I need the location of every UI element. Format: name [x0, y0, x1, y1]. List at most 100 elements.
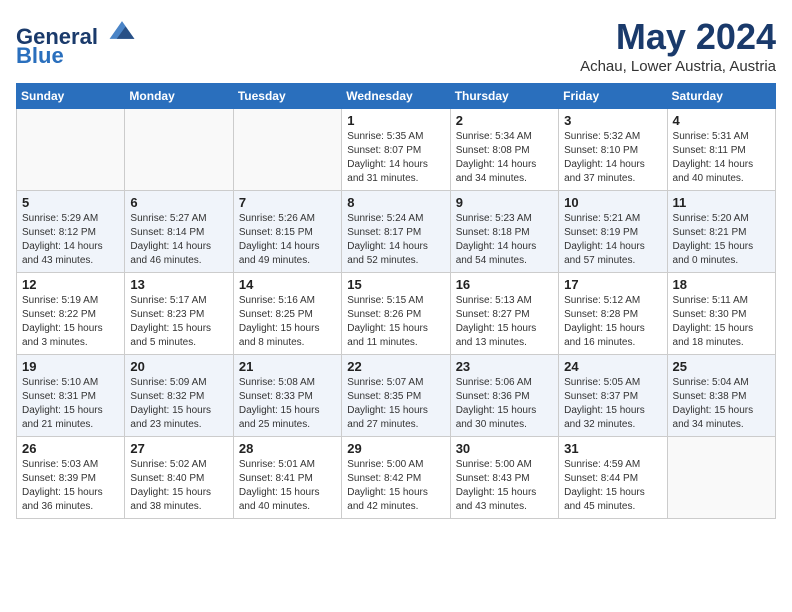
day-number: 28 — [239, 441, 336, 456]
day-number: 22 — [347, 359, 444, 374]
day-cell: 12 Sunrise: 5:19 AMSunset: 8:22 PMDayligh… — [17, 273, 125, 355]
day-number: 19 — [22, 359, 119, 374]
day-number: 24 — [564, 359, 661, 374]
weekday-header-saturday: Saturday — [667, 84, 775, 109]
week-row-5: 26 Sunrise: 5:03 AMSunset: 8:39 PMDayligh… — [17, 437, 776, 519]
day-info: Sunrise: 5:04 AMSunset: 8:38 PMDaylight:… — [673, 376, 770, 432]
day-info: Sunrise: 5:11 AMSunset: 8:30 PMDaylight:… — [673, 294, 770, 350]
day-cell: 21 Sunrise: 5:08 AMSunset: 8:33 PMDayligh… — [233, 355, 341, 437]
day-cell: 9 Sunrise: 5:23 AMSunset: 8:18 PMDaylight… — [450, 191, 558, 273]
day-info: Sunrise: 5:15 AMSunset: 8:26 PMDaylight:… — [347, 294, 444, 350]
day-cell: 26 Sunrise: 5:03 AMSunset: 8:39 PMDayligh… — [17, 437, 125, 519]
day-cell: 3 Sunrise: 5:32 AMSunset: 8:10 PMDaylight… — [559, 109, 667, 191]
day-info: Sunrise: 5:20 AMSunset: 8:21 PMDaylight:… — [673, 212, 770, 268]
calendar-body: 1 Sunrise: 5:35 AMSunset: 8:07 PMDaylight… — [17, 109, 776, 519]
day-cell: 28 Sunrise: 5:01 AMSunset: 8:41 PMDayligh… — [233, 437, 341, 519]
day-info: Sunrise: 5:34 AMSunset: 8:08 PMDaylight:… — [456, 130, 553, 186]
day-cell — [233, 109, 341, 191]
day-number: 9 — [456, 195, 553, 210]
day-cell: 8Sunrise: 5:24 AMSunset: 8:17 PMDaylight… — [342, 191, 450, 273]
day-info: Sunrise: 5:05 AMSunset: 8:37 PMDaylight:… — [564, 376, 661, 432]
day-info: Sunrise: 5:21 AMSunset: 8:19 PMDaylight:… — [564, 212, 661, 268]
day-info: Sunrise: 5:03 AMSunset: 8:39 PMDaylight:… — [22, 458, 119, 514]
day-number: 5 — [22, 195, 119, 210]
day-number: 7 — [239, 195, 336, 210]
day-number: 6 — [130, 195, 227, 210]
day-cell: 1 Sunrise: 5:35 AMSunset: 8:07 PMDaylight… — [342, 109, 450, 191]
day-cell: 23Sunrise: 5:06 AMSunset: 8:36 PMDayligh… — [450, 355, 558, 437]
day-number: 29 — [347, 441, 444, 456]
weekday-header-sunday: Sunday — [17, 84, 125, 109]
page-header: General Blue May 2024 Achau, Lower Austr… — [16, 16, 776, 75]
day-info: Sunrise: 5:26 AMSunset: 8:15 PMDaylight:… — [239, 212, 336, 268]
title-block: May 2024 Achau, Lower Austria, Austria — [580, 16, 776, 75]
logo: General Blue — [16, 16, 138, 69]
day-number: 3 — [564, 113, 661, 128]
day-cell: 2 Sunrise: 5:34 AMSunset: 8:08 PMDaylight… — [450, 109, 558, 191]
month-title: May 2024 — [580, 16, 776, 58]
day-number: 15 — [347, 277, 444, 292]
day-number: 4 — [673, 113, 770, 128]
day-number: 21 — [239, 359, 336, 374]
day-info: Sunrise: 5:09 AMSunset: 8:32 PMDaylight:… — [130, 376, 227, 432]
day-info: Sunrise: 5:29 AMSunset: 8:12 PMDaylight:… — [22, 212, 119, 268]
week-row-3: 12 Sunrise: 5:19 AMSunset: 8:22 PMDayligh… — [17, 273, 776, 355]
day-number: 2 — [456, 113, 553, 128]
day-cell: 11 Sunrise: 5:20 AMSunset: 8:21 PMDayligh… — [667, 191, 775, 273]
day-info: Sunrise: 5:32 AMSunset: 8:10 PMDaylight:… — [564, 130, 661, 186]
day-cell: 16 Sunrise: 5:13 AMSunset: 8:27 PMDayligh… — [450, 273, 558, 355]
weekday-header-thursday: Thursday — [450, 84, 558, 109]
day-number: 12 — [22, 277, 119, 292]
day-cell — [125, 109, 233, 191]
day-cell: 24 Sunrise: 5:05 AMSunset: 8:37 PMDayligh… — [559, 355, 667, 437]
day-info: Sunrise: 5:10 AMSunset: 8:31 PMDaylight:… — [22, 376, 119, 432]
day-info: Sunrise: 5:13 AMSunset: 8:27 PMDaylight:… — [456, 294, 553, 350]
day-number: 10 — [564, 195, 661, 210]
day-cell: 18Sunrise: 5:11 AMSunset: 8:30 PMDayligh… — [667, 273, 775, 355]
day-info: Sunrise: 5:00 AMSunset: 8:43 PMDaylight:… — [456, 458, 553, 514]
week-row-4: 19 Sunrise: 5:10 AMSunset: 8:31 PMDayligh… — [17, 355, 776, 437]
day-cell: 27Sunrise: 5:02 AMSunset: 8:40 PMDayligh… — [125, 437, 233, 519]
day-number: 20 — [130, 359, 227, 374]
day-info: Sunrise: 5:17 AMSunset: 8:23 PMDaylight:… — [130, 294, 227, 350]
day-number: 26 — [22, 441, 119, 456]
day-cell: 14Sunrise: 5:16 AMSunset: 8:25 PMDayligh… — [233, 273, 341, 355]
week-row-1: 1 Sunrise: 5:35 AMSunset: 8:07 PMDaylight… — [17, 109, 776, 191]
day-cell: 13 Sunrise: 5:17 AMSunset: 8:23 PMDayligh… — [125, 273, 233, 355]
day-number: 11 — [673, 195, 770, 210]
day-cell: 20 Sunrise: 5:09 AMSunset: 8:32 PMDayligh… — [125, 355, 233, 437]
day-info: Sunrise: 5:19 AMSunset: 8:22 PMDaylight:… — [22, 294, 119, 350]
day-cell: 30 Sunrise: 5:00 AMSunset: 8:43 PMDayligh… — [450, 437, 558, 519]
day-info: Sunrise: 5:35 AMSunset: 8:07 PMDaylight:… — [347, 130, 444, 186]
day-number: 16 — [456, 277, 553, 292]
weekday-header-row: SundayMondayTuesdayWednesdayThursdayFrid… — [17, 84, 776, 109]
day-info: Sunrise: 5:31 AMSunset: 8:11 PMDaylight:… — [673, 130, 770, 186]
day-number: 17 — [564, 277, 661, 292]
day-cell — [667, 437, 775, 519]
day-info: Sunrise: 5:23 AMSunset: 8:18 PMDaylight:… — [456, 212, 553, 268]
day-cell: 7 Sunrise: 5:26 AMSunset: 8:15 PMDaylight… — [233, 191, 341, 273]
day-number: 13 — [130, 277, 227, 292]
day-number: 31 — [564, 441, 661, 456]
day-info: Sunrise: 5:24 AMSunset: 8:17 PMDaylight:… — [347, 212, 444, 268]
weekday-header-friday: Friday — [559, 84, 667, 109]
day-cell: 19 Sunrise: 5:10 AMSunset: 8:31 PMDayligh… — [17, 355, 125, 437]
day-cell: 5 Sunrise: 5:29 AMSunset: 8:12 PMDaylight… — [17, 191, 125, 273]
day-cell: 29Sunrise: 5:00 AMSunset: 8:42 PMDayligh… — [342, 437, 450, 519]
day-number: 30 — [456, 441, 553, 456]
day-number: 25 — [673, 359, 770, 374]
day-number: 1 — [347, 113, 444, 128]
day-number: 27 — [130, 441, 227, 456]
day-cell — [17, 109, 125, 191]
logo-icon — [106, 16, 138, 44]
day-cell: 10 Sunrise: 5:21 AMSunset: 8:19 PMDayligh… — [559, 191, 667, 273]
weekday-header-monday: Monday — [125, 84, 233, 109]
day-cell: 15 Sunrise: 5:15 AMSunset: 8:26 PMDayligh… — [342, 273, 450, 355]
day-info: Sunrise: 5:01 AMSunset: 8:41 PMDaylight:… — [239, 458, 336, 514]
location: Achau, Lower Austria, Austria — [580, 58, 776, 75]
day-number: 23 — [456, 359, 553, 374]
weekday-header-tuesday: Tuesday — [233, 84, 341, 109]
day-cell: 22Sunrise: 5:07 AMSunset: 8:35 PMDayligh… — [342, 355, 450, 437]
day-info: Sunrise: 5:08 AMSunset: 8:33 PMDaylight:… — [239, 376, 336, 432]
day-cell: 25 Sunrise: 5:04 AMSunset: 8:38 PMDayligh… — [667, 355, 775, 437]
